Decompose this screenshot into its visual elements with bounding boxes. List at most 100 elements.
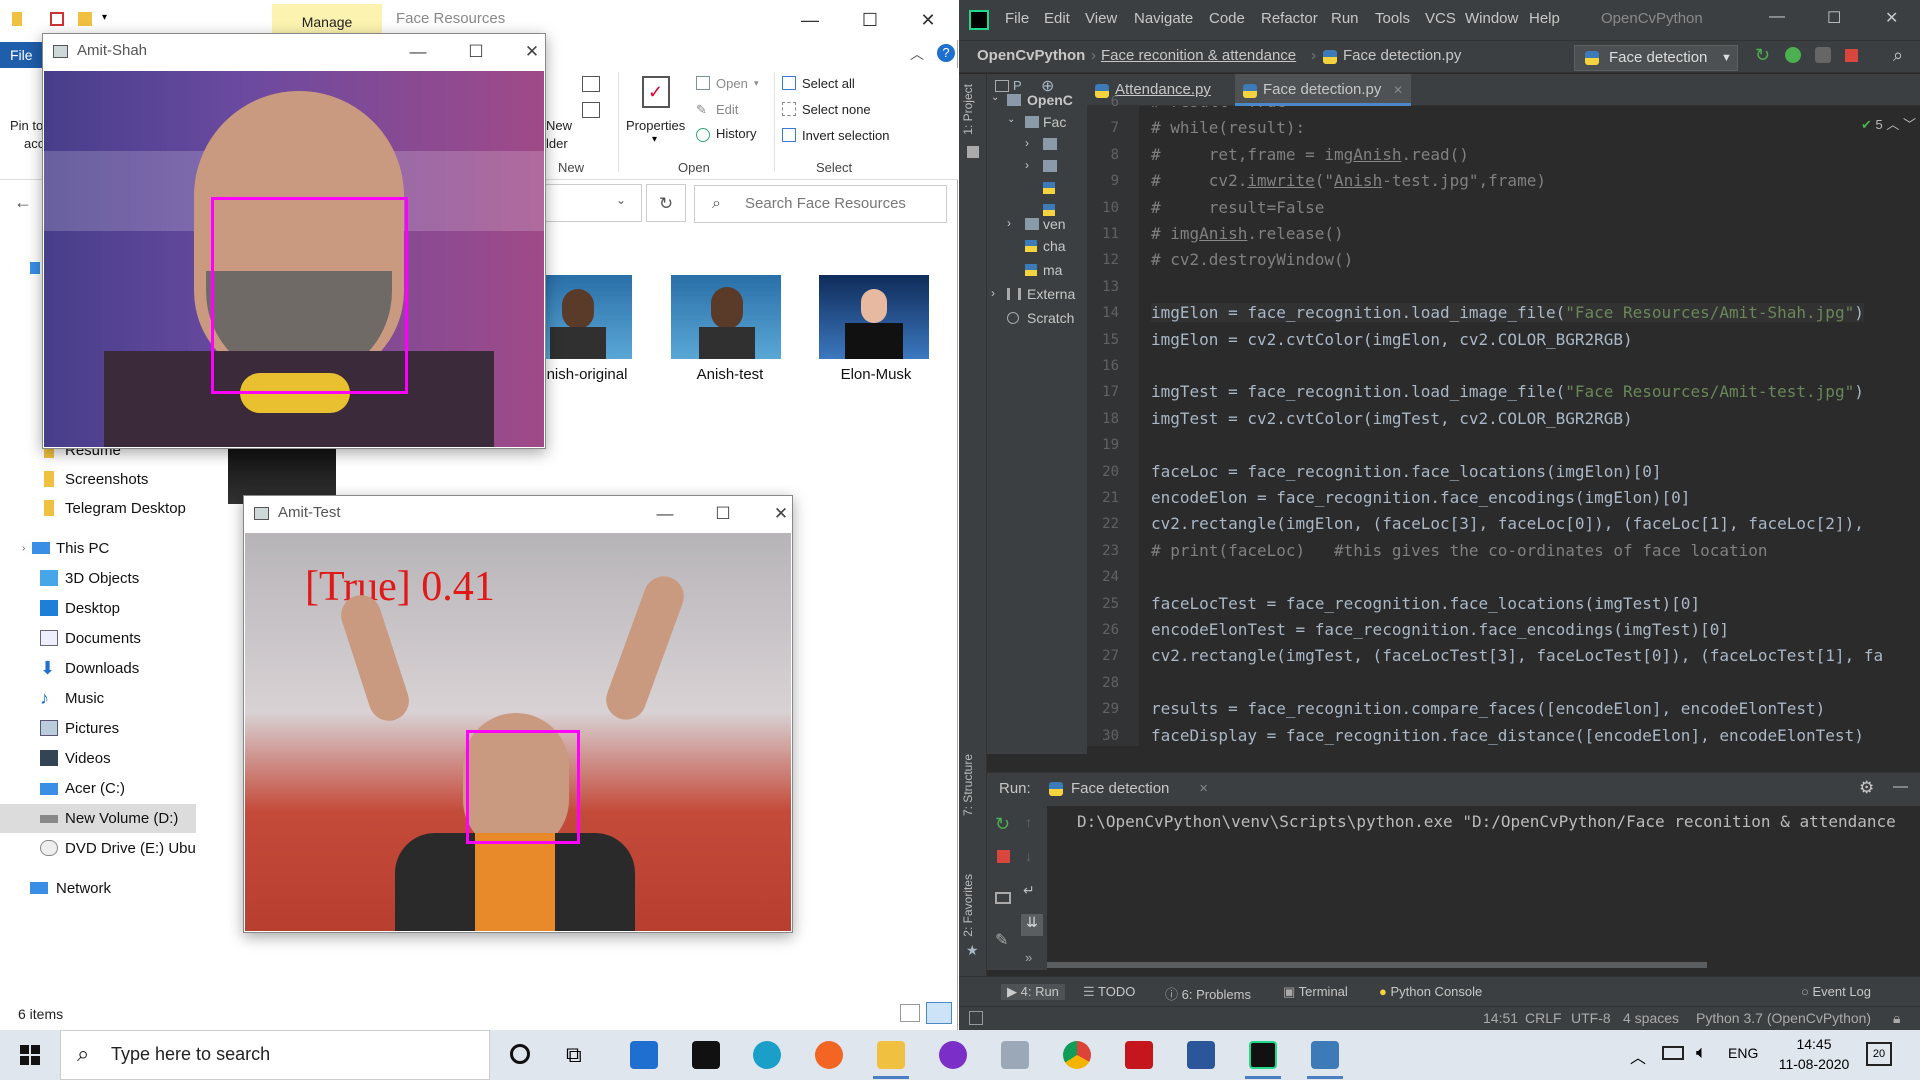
code-line[interactable]: # cv2.destroyWindow() bbox=[1151, 250, 1353, 269]
new-folder-label[interactable]: New bbox=[546, 118, 572, 133]
horizontal-scrollbar[interactable] bbox=[1047, 962, 1707, 968]
menu-navigate[interactable]: Navigate bbox=[1134, 10, 1193, 27]
mail-icon[interactable] bbox=[630, 1041, 658, 1069]
show-hidden-icons-chevron[interactable]: ︿ bbox=[1630, 1044, 1646, 1068]
chevron-right-icon[interactable]: › bbox=[1025, 136, 1029, 150]
help-icon[interactable]: ? bbox=[937, 44, 955, 62]
breadcrumb-file[interactable]: Face detection.py bbox=[1343, 47, 1461, 64]
windows-start-icon[interactable] bbox=[20, 1045, 40, 1065]
down-arrow-icon[interactable]: ↓ bbox=[1025, 848, 1032, 864]
new-folder-icon[interactable] bbox=[78, 12, 92, 26]
pycharm-taskbar-icon[interactable] bbox=[1249, 1041, 1277, 1069]
menu-edit[interactable]: Edit bbox=[1044, 10, 1070, 27]
code-line[interactable]: # imgAnish.release() bbox=[1151, 224, 1344, 243]
cortana-icon[interactable] bbox=[510, 1044, 530, 1064]
select-none-button[interactable]: Select none bbox=[802, 102, 871, 117]
file-name[interactable]: Elon-Musk bbox=[806, 366, 946, 383]
rerun-icon[interactable]: ↻ bbox=[1755, 45, 1770, 66]
code-line[interactable]: imgElon = cv2.cvtColor(imgElon, cv2.COLO… bbox=[1151, 330, 1633, 349]
close-button[interactable]: ✕ bbox=[1885, 8, 1898, 28]
caret-position[interactable]: 14:51 bbox=[1483, 1010, 1518, 1026]
nav-item-screenshots[interactable]: Screenshots bbox=[0, 465, 196, 494]
tree-item-external-libraries[interactable]: Externa bbox=[1027, 286, 1075, 302]
nav-item-drive-d[interactable]: New Volume (D:) bbox=[0, 804, 196, 833]
project-view-icon[interactable] bbox=[995, 80, 1009, 92]
code-line[interactable]: results = face_recognition.compare_faces… bbox=[1151, 699, 1825, 718]
nav-item-music[interactable]: ♪ Music bbox=[0, 684, 196, 713]
code-line[interactable]: faceLoc = face_recognition.face_location… bbox=[1151, 462, 1662, 481]
code-line[interactable]: # ret,frame = imgAnish.read() bbox=[1151, 145, 1469, 164]
nav-item-pictures[interactable]: Pictures bbox=[0, 714, 196, 743]
nav-item-dvd-drive[interactable]: DVD Drive (E:) Ubur bbox=[0, 834, 196, 863]
minimize-button[interactable]: — bbox=[642, 500, 688, 528]
up-arrow-icon[interactable]: ↑ bbox=[1025, 814, 1032, 830]
edit-button[interactable]: Edit bbox=[716, 102, 738, 117]
line-separator[interactable]: CRLF bbox=[1525, 1010, 1562, 1026]
properties-button[interactable]: Properties bbox=[626, 118, 685, 133]
breadcrumb-project[interactable]: OpenCvPython bbox=[977, 47, 1085, 64]
run-tab[interactable]: Face detection bbox=[1071, 780, 1169, 797]
properties-dropdown-icon[interactable]: ▾ bbox=[652, 134, 657, 145]
nav-item-desktop[interactable]: Desktop bbox=[0, 594, 196, 623]
maximize-button[interactable]: ☐ bbox=[850, 6, 890, 34]
favorites-tool-tab[interactable]: 2: Favorites bbox=[961, 874, 975, 937]
code-line[interactable]: # cv2.imwrite("Anish-test.jpg",frame) bbox=[1151, 171, 1546, 190]
menu-run[interactable]: Run bbox=[1331, 10, 1359, 27]
menu-help[interactable]: Help bbox=[1529, 10, 1560, 27]
clock-date[interactable]: 11-08-2020 bbox=[1774, 1056, 1854, 1072]
address-dropdown-icon[interactable]: ⌄ bbox=[616, 193, 626, 207]
python-file-icon[interactable] bbox=[1043, 182, 1055, 194]
chevron-right-icon[interactable]: › bbox=[991, 286, 995, 300]
code-line[interactable]: imgElon = face_recognition.load_image_fi… bbox=[1151, 303, 1864, 323]
nav-item-3d-objects[interactable]: 3D Objects bbox=[0, 564, 196, 593]
gear-icon[interactable]: ⚙ bbox=[1859, 778, 1874, 798]
stop-icon[interactable] bbox=[1845, 49, 1858, 62]
maximize-button[interactable]: ☐ bbox=[1827, 8, 1841, 28]
tool-tab-run[interactable]: ▶ 4: Run bbox=[1001, 984, 1065, 1000]
clock-time[interactable]: 14:45 bbox=[1774, 1036, 1854, 1052]
minimize-button[interactable]: — bbox=[395, 38, 441, 66]
run-console[interactable]: D:\OpenCvPython\venv\Scripts\python.exe … bbox=[1047, 806, 1920, 970]
select-all-button[interactable]: Select all bbox=[802, 76, 855, 91]
battery-icon[interactable] bbox=[1662, 1046, 1684, 1060]
refresh-icon[interactable]: ↻ bbox=[646, 184, 686, 222]
code-line[interactable]: # while(result): bbox=[1151, 118, 1305, 137]
invert-selection-button[interactable]: Invert selection bbox=[802, 128, 889, 143]
game-app-icon[interactable] bbox=[692, 1041, 720, 1069]
code-line[interactable]: # print(faceLoc) #this gives the co-ordi… bbox=[1151, 541, 1768, 560]
pin-label[interactable]: Pin to bbox=[10, 118, 43, 133]
code-line[interactable]: cv2.rectangle(imgTest, (faceLocTest[3], … bbox=[1151, 646, 1883, 665]
notification-center-icon[interactable]: 20 bbox=[1866, 1042, 1892, 1066]
structure-tool-tab[interactable]: 7: Structure bbox=[961, 754, 975, 816]
tree-item-project[interactable]: OpenC bbox=[1027, 92, 1073, 108]
menu-view[interactable]: View bbox=[1085, 10, 1117, 27]
scroll-to-end-icon[interactable]: ⇊ bbox=[1021, 914, 1043, 936]
maximize-button[interactable]: ☐ bbox=[453, 38, 499, 66]
project-tool-tab[interactable]: 1: Project bbox=[961, 84, 975, 135]
nav-item-telegram[interactable]: Telegram Desktop bbox=[0, 494, 196, 523]
history-button[interactable]: History bbox=[716, 126, 756, 141]
file-encoding[interactable]: UTF-8 bbox=[1571, 1010, 1611, 1026]
tree-item-scratches[interactable]: Scratch bbox=[1027, 310, 1074, 326]
language-indicator[interactable]: ENG bbox=[1728, 1045, 1758, 1061]
image-viewer-icon[interactable] bbox=[1001, 1041, 1029, 1069]
menu-tools[interactable]: Tools bbox=[1375, 10, 1410, 27]
tool-tab-event-log[interactable]: ○ Event Log bbox=[1801, 984, 1871, 999]
nav-item-downloads[interactable]: ⬇ Downloads bbox=[0, 654, 196, 683]
chevron-down-icon[interactable]: ⌄ bbox=[991, 92, 999, 103]
open-dropdown-icon[interactable]: ▾ bbox=[754, 78, 759, 89]
tree-item-face[interactable]: Fac bbox=[1043, 114, 1066, 130]
pin-icon[interactable]: ✎ bbox=[995, 930, 1008, 950]
code-line[interactable]: # result=False bbox=[1151, 198, 1324, 217]
close-button[interactable]: ✕ bbox=[758, 500, 804, 528]
nav-item-network[interactable]: Network bbox=[0, 874, 196, 903]
nav-item-drive-c[interactable]: Acer (C:) bbox=[0, 774, 196, 803]
close-tab-icon[interactable]: ✕ bbox=[1393, 74, 1403, 106]
file-thumbnail[interactable] bbox=[671, 275, 781, 359]
details-view-icon[interactable] bbox=[900, 1004, 920, 1022]
tool-tab-todo[interactable]: ☰ TODO bbox=[1083, 984, 1135, 1000]
chevron-down-icon[interactable]: ﹀ bbox=[1903, 117, 1916, 132]
chrome-icon[interactable] bbox=[1063, 1041, 1091, 1069]
close-button[interactable]: ✕ bbox=[908, 6, 948, 34]
file-explorer-icon[interactable] bbox=[877, 1041, 905, 1069]
